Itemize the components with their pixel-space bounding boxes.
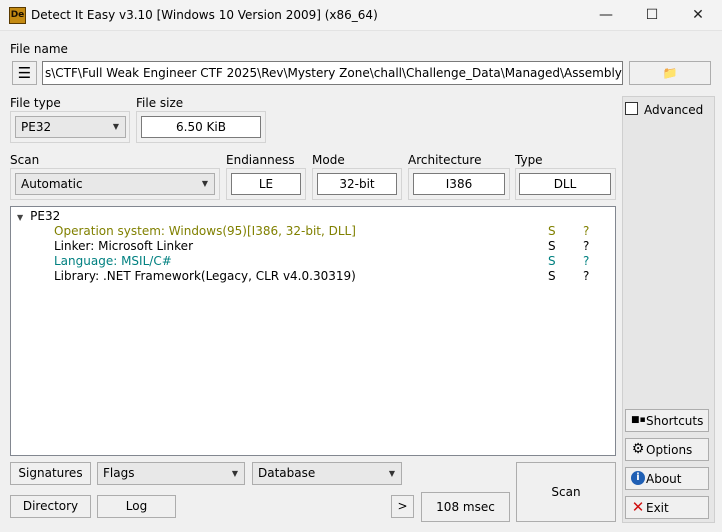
type-label: Type bbox=[515, 153, 543, 167]
flags-value: Flags bbox=[103, 466, 135, 480]
result-info-button[interactable]: ? bbox=[583, 239, 589, 253]
options-button[interactable]: ⚙ Options bbox=[625, 438, 709, 461]
about-label: About bbox=[646, 472, 682, 486]
list-icon: ☰ bbox=[17, 64, 32, 82]
tree-expand-icon[interactable]: ▼ bbox=[17, 213, 23, 222]
result-info-button[interactable]: ? bbox=[583, 224, 589, 238]
scan-time-display: 108 msec bbox=[421, 492, 510, 522]
folder-icon: 📁 bbox=[662, 66, 678, 80]
scan-mode-select[interactable]: Automatic ▼ bbox=[15, 173, 215, 195]
file-name-label: File name bbox=[10, 42, 68, 56]
file-type-value: PE32 bbox=[21, 120, 52, 134]
mode-field: 32-bit bbox=[317, 173, 397, 195]
signatures-button[interactable]: Signatures bbox=[10, 462, 91, 485]
app-icon: De bbox=[9, 7, 26, 24]
scan-label: Scan bbox=[10, 153, 40, 167]
tree-root[interactable]: ▼ PE32 bbox=[17, 209, 60, 224]
result-flag: S bbox=[548, 224, 556, 238]
file-size-field: 6.50 KiB bbox=[141, 116, 261, 138]
result-text: Library: .NET Framework(Legacy, CLR v4.0… bbox=[54, 269, 356, 283]
architecture-field: I386 bbox=[413, 173, 505, 195]
result-flag: S bbox=[548, 239, 556, 253]
shortcuts-icon: ■▪ bbox=[631, 415, 646, 425]
result-text: Language: MSIL/C# bbox=[54, 254, 172, 268]
exit-button[interactable]: ✕ Exit bbox=[625, 496, 709, 519]
scan-mode-value: Automatic bbox=[21, 177, 83, 191]
info-icon: i bbox=[631, 471, 645, 485]
maximize-button[interactable]: ☐ bbox=[629, 0, 675, 31]
advanced-checkbox[interactable] bbox=[625, 102, 638, 115]
flags-select[interactable]: Flags ▼ bbox=[97, 462, 245, 485]
minimize-button[interactable]: — bbox=[583, 0, 629, 31]
endianness-field: LE bbox=[231, 173, 301, 195]
endianness-label: Endianness bbox=[226, 153, 295, 167]
shortcuts-button[interactable]: ■▪ Shortcuts bbox=[625, 409, 709, 432]
close-x-icon: ✕ bbox=[631, 498, 645, 516]
chevron-down-icon: ▼ bbox=[112, 122, 119, 131]
tree-root-label: PE32 bbox=[30, 209, 61, 223]
results-tree: ▼ PE32 Operation system: Windows(95)[I386… bbox=[10, 206, 616, 456]
result-text: Linker: Microsoft Linker bbox=[54, 239, 193, 253]
exit-label: Exit bbox=[646, 501, 669, 515]
result-flag: S bbox=[548, 254, 556, 268]
result-text: Operation system: Windows(95)[I386, 32-b… bbox=[54, 224, 356, 238]
result-row[interactable]: Library: .NET Framework(Legacy, CLR v4.0… bbox=[11, 269, 611, 284]
mode-label: Mode bbox=[312, 153, 345, 167]
file-size-label: File size bbox=[136, 96, 184, 110]
type-field: DLL bbox=[519, 173, 611, 195]
architecture-label: Architecture bbox=[408, 153, 482, 167]
shortcuts-label: Shortcuts bbox=[646, 414, 704, 428]
result-row[interactable]: Language: MSIL/C# S? bbox=[11, 254, 611, 269]
about-button[interactable]: i About bbox=[625, 467, 709, 490]
result-info-button[interactable]: ? bbox=[583, 254, 589, 268]
chevron-down-icon: ▼ bbox=[388, 469, 395, 478]
directory-button[interactable]: Directory bbox=[10, 495, 91, 518]
scan-button[interactable]: Scan bbox=[516, 462, 616, 522]
file-menu-button[interactable]: ☰ bbox=[12, 61, 37, 85]
gear-icon: ⚙ bbox=[631, 441, 645, 457]
close-button[interactable]: ✕ bbox=[675, 0, 721, 31]
database-select[interactable]: Database ▼ bbox=[252, 462, 402, 485]
result-row[interactable]: Operation system: Windows(95)[I386, 32-b… bbox=[11, 224, 611, 239]
file-type-select[interactable]: PE32 ▼ bbox=[15, 116, 126, 138]
more-button[interactable]: > bbox=[391, 495, 414, 518]
options-label: Options bbox=[646, 443, 693, 457]
file-type-label: File type bbox=[10, 96, 61, 110]
chevron-down-icon: ▼ bbox=[201, 179, 208, 188]
advanced-label: Advanced bbox=[644, 103, 704, 117]
window-title: Detect It Easy v3.10 [Windows 10 Version… bbox=[31, 8, 378, 22]
database-value: Database bbox=[258, 466, 316, 480]
result-info-button[interactable]: ? bbox=[583, 269, 589, 283]
log-button[interactable]: Log bbox=[97, 495, 176, 518]
result-row[interactable]: Linker: Microsoft Linker S? bbox=[11, 239, 611, 254]
file-path-field[interactable]: s\CTF\Full Weak Engineer CTF 2025\Rev\My… bbox=[42, 61, 623, 85]
open-file-button[interactable]: 📁 bbox=[629, 61, 711, 85]
result-flag: S bbox=[548, 269, 556, 283]
chevron-down-icon: ▼ bbox=[231, 469, 238, 478]
